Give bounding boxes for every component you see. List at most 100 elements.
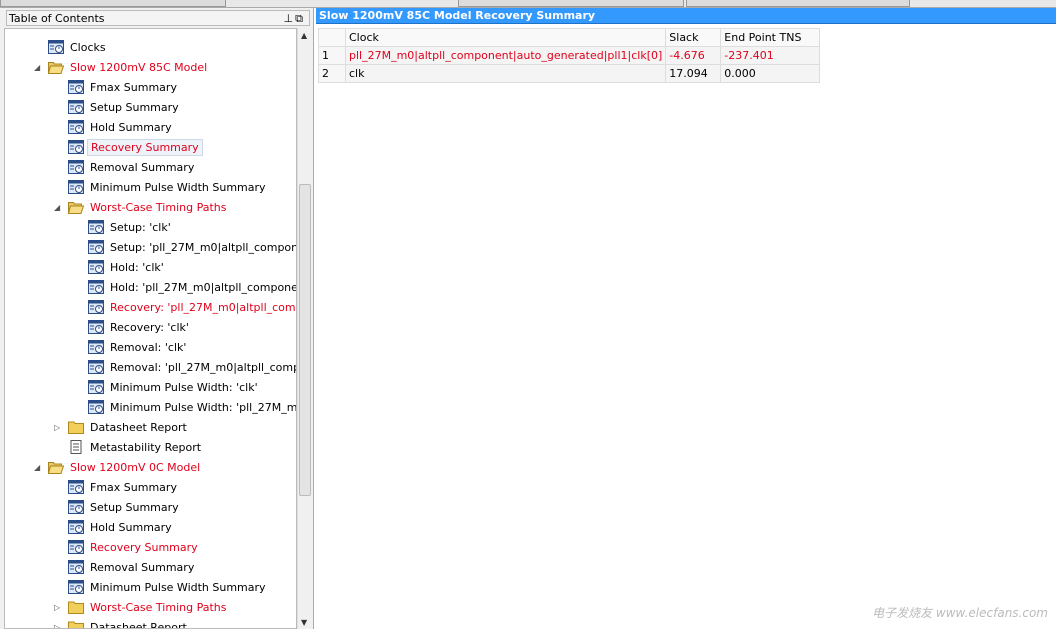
tree-item[interactable]: ▷ Datasheet Report (54, 418, 296, 438)
report-icon (68, 80, 87, 94)
report-icon (68, 580, 87, 594)
tree-item[interactable]: Hold: 'clk' (88, 258, 296, 278)
row-number-header (318, 28, 346, 47)
tree-item[interactable]: Recovery: 'pll_27M_m0|altpll_compone (88, 298, 296, 318)
report-icon (68, 480, 87, 494)
tree-item[interactable]: Recovery: 'clk' (88, 318, 296, 338)
report-icon (68, 180, 87, 194)
tree-item[interactable]: ▷ Datasheet Report (54, 618, 296, 629)
tree-item[interactable]: Recovery Summary (68, 138, 296, 158)
tree-item-label: Slow 1200mV 0C Model (70, 461, 201, 474)
expanded-arrow-icon[interactable]: ◢ (54, 198, 64, 218)
tree-item[interactable]: Removal: 'clk' (88, 338, 296, 358)
tree-item-label: Recovery: 'pll_27M_m0|altpll_compone (110, 301, 296, 314)
tree-item-label: Minimum Pulse Width: 'clk' (110, 381, 258, 394)
table-row[interactable]: 1 pll_27M_m0|altpll_component|auto_gener… (318, 46, 821, 65)
tree-item-label: Worst-Case Timing Paths (90, 601, 227, 614)
tree-scrollbar[interactable]: ▲ ▼ (297, 28, 312, 629)
tree-item-label: Setup Summary (90, 501, 179, 514)
tree-item[interactable]: ▷ Worst-Case Timing Paths (54, 598, 296, 618)
column-header-tns[interactable]: End Point TNS (720, 28, 821, 47)
report-icon (88, 260, 107, 274)
document-icon (68, 440, 87, 454)
slack-cell: 17.094 (665, 64, 722, 83)
tree-item-label: Removal: 'clk' (110, 341, 187, 354)
tree-item[interactable]: Setup: 'pll_27M_m0|altpll_component|a (88, 238, 296, 258)
folder-icon (68, 621, 87, 628)
scrollbar-thumb[interactable] (299, 184, 311, 496)
tree-item[interactable]: Fmax Summary (68, 78, 296, 98)
tree-item[interactable]: Removal Summary (68, 558, 296, 578)
tree-item[interactable]: Setup: 'clk' (88, 218, 296, 238)
tree-item-label: Datasheet Report (90, 421, 187, 434)
tree-item[interactable]: Minimum Pulse Width: 'clk' (88, 378, 296, 398)
tree-item-label: Fmax Summary (90, 81, 177, 94)
tree-item[interactable]: Minimum Pulse Width: 'pll_27M_m0|altp (88, 398, 296, 418)
expanded-arrow-icon[interactable]: ◢ (34, 458, 44, 478)
folder-icon (48, 61, 67, 74)
report-icon (88, 340, 107, 354)
clock-cell: pll_27M_m0|altpll_component|auto_generat… (344, 46, 667, 65)
folder-icon (68, 421, 87, 434)
report-icon (68, 100, 87, 114)
tree-item[interactable]: Removal Summary (68, 158, 296, 178)
watermark: 电子发烧友 www.elecfans.com (872, 606, 1048, 620)
report-icon (48, 40, 67, 54)
report-icon (88, 380, 107, 394)
tree-item-label: Setup: 'clk' (110, 221, 171, 234)
tree-item[interactable]: Hold Summary (68, 118, 296, 138)
tree-item[interactable]: ◢ Worst-Case Timing Paths (54, 198, 296, 218)
report-icon (88, 300, 107, 314)
report-tree: Clocks ◢ Slow 1200mV 85C Model Fmax Summary… (4, 28, 297, 629)
report-icon (88, 220, 107, 234)
column-header-clock[interactable]: Clock (344, 28, 667, 47)
report-icon (68, 560, 87, 574)
pin-icon[interactable]: ⊥ (284, 12, 296, 25)
column-header-slack[interactable]: Slack (665, 28, 722, 47)
scroll-down-arrow[interactable]: ▼ (301, 618, 307, 627)
tree-item[interactable]: Setup Summary (68, 98, 296, 118)
tree-item[interactable]: Fmax Summary (68, 478, 296, 498)
clock-cell: clk (344, 64, 667, 83)
tree-item[interactable]: Minimum Pulse Width Summary (68, 578, 296, 598)
report-icon (68, 140, 87, 154)
float-window-icon[interactable]: ⧉ (295, 12, 305, 25)
folder-icon (68, 601, 87, 614)
tree-item[interactable]: Hold: 'pll_27M_m0|altpll_component|au (88, 278, 296, 298)
tab[interactable] (686, 0, 910, 7)
tree-item[interactable]: ◢ Slow 1200mV 85C Model (34, 58, 296, 78)
collapsed-arrow-icon[interactable]: ▷ (54, 618, 64, 628)
tree-item[interactable]: Recovery Summary (68, 538, 296, 558)
tree-item-label: Hold: 'clk' (110, 261, 164, 274)
tree-item-label: Recovery Summary (87, 139, 203, 156)
report-title: Slow 1200mV 85C Model Recovery Summary (316, 8, 1056, 24)
tree-item[interactable]: Setup Summary (68, 498, 296, 518)
table-of-contents-panel: Table of Contents ⊥⧉ Clocks ◢ Slow 1200mV … (0, 8, 314, 629)
tree-item-label: Removal Summary (90, 161, 195, 174)
report-icon (88, 280, 107, 294)
report-panel: Slow 1200mV 85C Model Recovery Summary C… (316, 8, 1056, 629)
report-icon (88, 240, 107, 254)
row-number: 1 (318, 46, 346, 65)
tree-item-label: Recovery: 'clk' (110, 321, 189, 334)
expanded-arrow-icon[interactable]: ◢ (34, 58, 44, 78)
tree-item[interactable]: Metastability Report (68, 438, 296, 458)
folder-icon (48, 461, 67, 474)
scroll-up-arrow[interactable]: ▲ (301, 31, 307, 40)
tree-item-label: Removal: 'pll_27M_m0|altpll_componen (110, 361, 296, 374)
collapsed-arrow-icon[interactable]: ▷ (54, 418, 64, 438)
collapsed-arrow-icon[interactable]: ▷ (54, 598, 64, 618)
tab[interactable] (458, 0, 684, 7)
table-row[interactable]: 2 clk 17.094 0.000 (318, 64, 821, 83)
tree-item[interactable]: Clocks (48, 38, 296, 58)
tree-item-label: Hold Summary (90, 121, 172, 134)
tab[interactable] (0, 0, 226, 7)
table-header-row: Clock Slack End Point TNS (318, 28, 821, 47)
tree-item[interactable]: Removal: 'pll_27M_m0|altpll_componen (88, 358, 296, 378)
tree-item[interactable]: Hold Summary (68, 518, 296, 538)
tree-item-label: Datasheet Report (90, 621, 187, 629)
report-icon (68, 540, 87, 554)
tree-item[interactable]: ◢ Slow 1200mV 0C Model (34, 458, 296, 478)
tree-item[interactable]: Minimum Pulse Width Summary (68, 178, 296, 198)
report-icon (88, 400, 107, 414)
